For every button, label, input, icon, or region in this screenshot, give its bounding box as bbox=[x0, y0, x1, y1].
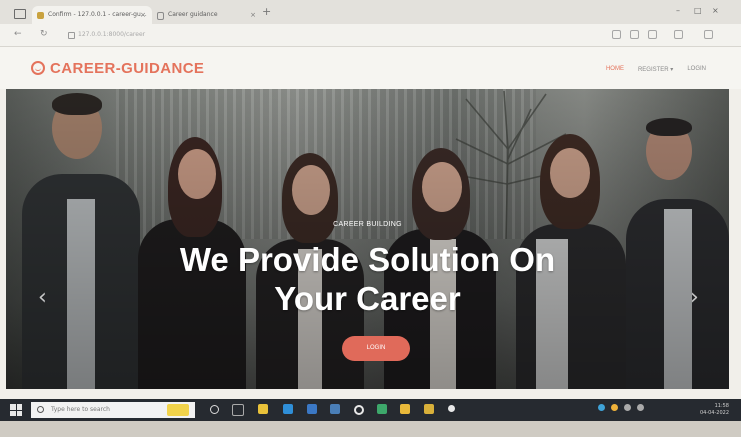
collections-icon[interactable] bbox=[648, 30, 657, 39]
nav-register[interactable]: REGISTER ▾ bbox=[638, 66, 673, 73]
site-logo[interactable]: CAREER-GUIDANCE bbox=[31, 58, 204, 78]
tray-volume-icon[interactable] bbox=[637, 404, 644, 411]
nav-home[interactable]: HOME bbox=[606, 66, 624, 73]
clock-date: 04-04-2022 bbox=[699, 410, 729, 416]
tab-label: Confirm - 127.0.0.1 - career-gu… bbox=[48, 11, 147, 18]
address-text: 127.0.0.1:8000/career bbox=[78, 31, 146, 38]
chrome-icon[interactable] bbox=[354, 405, 364, 415]
carousel-prev-icon[interactable]: ‹ bbox=[38, 285, 47, 310]
tab-career-guidance[interactable]: Career guidance × bbox=[152, 6, 262, 24]
mail-icon[interactable] bbox=[330, 404, 340, 414]
smile-logo-icon bbox=[31, 61, 45, 75]
app-folder-icon[interactable] bbox=[424, 404, 434, 414]
taskbar-search-placeholder: Type here to search bbox=[51, 406, 110, 413]
screen: Confirm - 127.0.0.1 - career-gu… × Caree… bbox=[0, 0, 741, 437]
logo-text: CAREER-GUIDANCE bbox=[50, 59, 205, 77]
file-explorer-icon[interactable] bbox=[258, 404, 268, 414]
app-yellow-icon[interactable] bbox=[400, 404, 410, 414]
back-icon[interactable]: ← bbox=[14, 29, 22, 39]
browser-toolbar: ← ↻ 127.0.0.1:8000/career bbox=[0, 24, 741, 47]
tab-active[interactable]: Confirm - 127.0.0.1 - career-gu… × bbox=[32, 6, 152, 24]
reload-icon[interactable]: ↻ bbox=[40, 29, 48, 39]
taskbar-clock[interactable]: 11:58 04-04-2022 bbox=[700, 403, 729, 417]
windows-taskbar: Type here to search 11:58 04-04-2022 bbox=[0, 399, 741, 421]
app-green-icon[interactable] bbox=[377, 404, 387, 414]
tab-page-icon bbox=[157, 12, 164, 20]
clock-time: 11:58 bbox=[714, 403, 729, 409]
app-white-icon[interactable] bbox=[448, 405, 455, 412]
cortana-icon[interactable] bbox=[210, 405, 219, 414]
close-tab-icon[interactable]: × bbox=[250, 6, 256, 24]
weather-widget-icon[interactable] bbox=[167, 404, 189, 416]
hero-kicker: CAREER BUILDING bbox=[333, 221, 402, 228]
tray-app-orange-icon[interactable] bbox=[611, 404, 618, 411]
new-tab-button[interactable]: + bbox=[262, 5, 271, 18]
hero-headline-line-1: We Provide Solution On bbox=[179, 241, 556, 278]
maximize-button[interactable]: □ bbox=[694, 6, 702, 15]
system-tray-icons bbox=[598, 404, 644, 411]
hero-login-button[interactable]: LOGIN bbox=[342, 336, 410, 361]
tab-favicon-icon bbox=[37, 12, 44, 19]
profile-icon[interactable] bbox=[674, 30, 683, 39]
carousel-next-icon[interactable]: › bbox=[690, 285, 699, 310]
taskbar-search[interactable]: Type here to search bbox=[31, 402, 195, 418]
hero-carousel: CAREER BUILDING We Provide Solution On Y… bbox=[6, 89, 729, 389]
menu-icon[interactable] bbox=[704, 30, 713, 39]
star-icon[interactable] bbox=[630, 30, 639, 39]
window-menu-icon[interactable] bbox=[14, 9, 26, 19]
windows-start-icon[interactable] bbox=[10, 404, 22, 416]
browser-tab-bar: Confirm - 127.0.0.1 - career-gu… × Caree… bbox=[0, 0, 741, 24]
tab-label: Career guidance bbox=[168, 11, 218, 18]
close-tab-icon[interactable]: × bbox=[140, 6, 146, 24]
store-icon[interactable] bbox=[307, 404, 317, 414]
hero-headline-line-2: Your Career bbox=[274, 280, 461, 317]
lock-icon bbox=[68, 32, 75, 39]
task-view-icon[interactable] bbox=[232, 404, 244, 416]
monitor-bezel bbox=[0, 421, 741, 437]
edge-icon[interactable] bbox=[283, 404, 293, 414]
hero-headline: We Provide Solution On Your Career bbox=[6, 240, 729, 318]
minimize-button[interactable]: – bbox=[676, 6, 680, 15]
main-nav: HOME REGISTER ▾ LOGIN bbox=[606, 66, 706, 73]
tray-network-icon[interactable] bbox=[624, 404, 631, 411]
close-window-button[interactable]: × bbox=[712, 6, 719, 15]
nav-login[interactable]: LOGIN bbox=[687, 66, 706, 73]
site-header: CAREER-GUIDANCE HOME REGISTER ▾ LOGIN bbox=[0, 47, 741, 89]
search-icon bbox=[37, 406, 44, 413]
address-bar[interactable]: 127.0.0.1:8000/career bbox=[62, 28, 582, 42]
extension-icon[interactable] bbox=[612, 30, 621, 39]
tray-app-blue-icon[interactable] bbox=[598, 404, 605, 411]
